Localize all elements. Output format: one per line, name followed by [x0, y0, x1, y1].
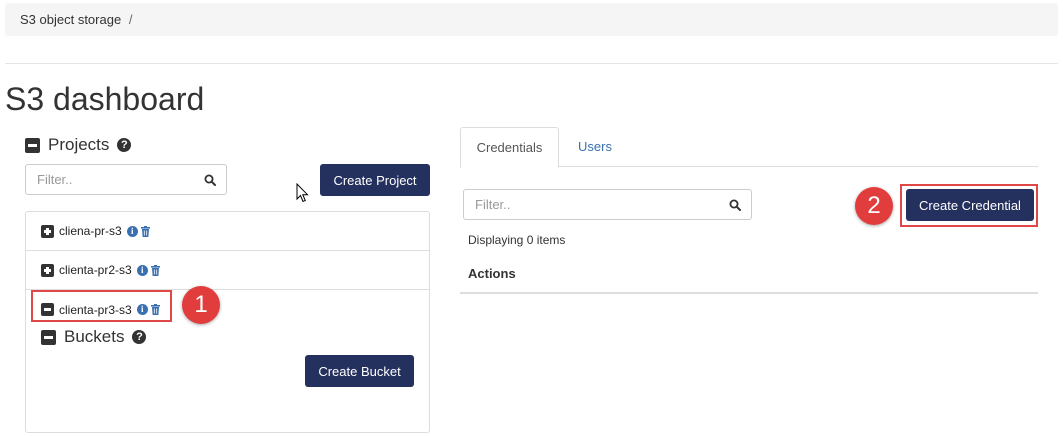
projects-heading-label: Projects — [48, 135, 110, 154]
credentials-filter — [463, 189, 752, 220]
help-icon[interactable]: ? — [132, 330, 147, 344]
project-row[interactable]: cliena-pr-s3 i — [26, 212, 429, 251]
divider — [460, 292, 1038, 294]
project-row[interactable]: clienta-pr2-s3 i — [26, 251, 429, 290]
table-header-actions: Actions — [468, 266, 516, 281]
callout-badge: 1 — [182, 286, 220, 324]
tab-credentials[interactable]: Credentials — [460, 127, 559, 168]
breadcrumb: S3 object storage / — [5, 3, 1058, 36]
page-title: S3 dashboard — [5, 81, 205, 117]
projects-heading: Projects ? — [25, 135, 132, 155]
projects-filter-input[interactable] — [26, 165, 226, 194]
collapse-projects-icon[interactable] — [25, 137, 40, 153]
create-credential-button[interactable]: Create Credential — [906, 189, 1034, 221]
info-icon[interactable]: i — [136, 264, 148, 276]
breadcrumb-separator: / — [128, 12, 133, 27]
mouse-cursor-icon — [296, 183, 309, 203]
collapse-buckets-icon[interactable] — [41, 329, 56, 345]
item-count: Displaying 0 items — [468, 233, 566, 247]
divider — [5, 63, 1058, 64]
tab-users[interactable]: Users — [565, 127, 625, 168]
breadcrumb-item-s3-object-storage[interactable]: S3 object storage — [20, 12, 121, 27]
projects-list: cliena-pr-s3 i clienta-pr2-s3 i clienta-… — [25, 211, 430, 433]
trash-icon[interactable] — [140, 225, 150, 237]
callout-badge: 2 — [855, 187, 893, 225]
create-project-button[interactable]: Create Project — [320, 164, 430, 196]
search-icon[interactable] — [204, 174, 216, 186]
expand-project-icon[interactable] — [41, 263, 54, 277]
credentials-filter-input[interactable] — [464, 190, 751, 219]
projects-filter — [25, 164, 227, 195]
expand-project-icon[interactable] — [41, 224, 54, 238]
project-name[interactable]: clienta-pr2-s3 — [59, 263, 132, 277]
info-icon[interactable]: i — [126, 225, 138, 237]
trash-icon[interactable] — [150, 264, 160, 276]
search-icon[interactable] — [729, 199, 741, 211]
create-bucket-button[interactable]: Create Bucket — [305, 355, 414, 387]
tab-bar: Credentials Users — [460, 127, 1038, 168]
help-icon[interactable]: ? — [117, 138, 132, 152]
buckets-heading-label: Buckets — [64, 327, 125, 346]
project-name[interactable]: cliena-pr-s3 — [59, 224, 122, 238]
buckets-heading: Buckets ? — [41, 327, 147, 347]
highlight-box — [31, 290, 172, 322]
